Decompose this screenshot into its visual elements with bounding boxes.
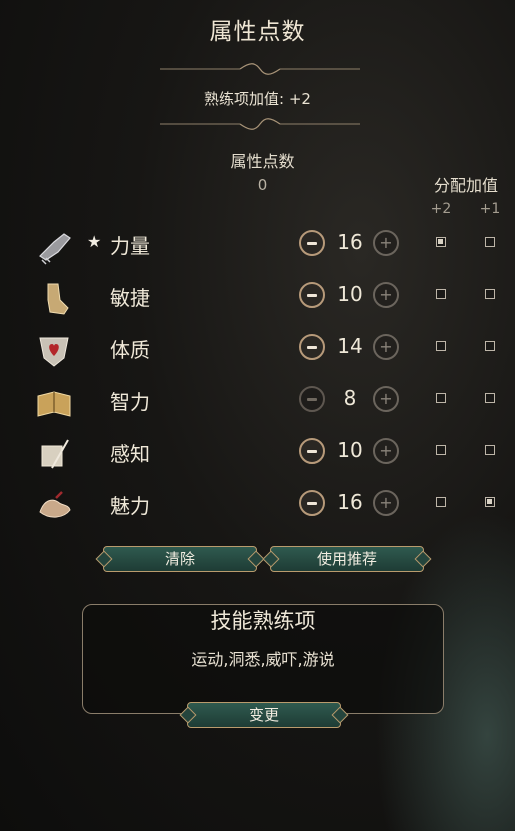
plus1-checkbox[interactable] [485,289,495,299]
divider-ornament-bottom [160,118,360,130]
points-label: 属性点数 [230,152,295,171]
ability-score: 16 [337,490,363,514]
plus1-checkbox[interactable] [485,497,495,507]
allocation-label: 分配加值 [433,176,498,195]
proficiency-bonus: 熟练项加值: +2 [204,90,311,108]
clear-button[interactable]: 清除 [103,546,257,572]
decrease-button[interactable] [299,438,325,464]
hands-icon [39,491,71,518]
minus-icon [307,449,317,453]
heart-shield-icon [39,337,69,367]
ability-name: 力量 [110,234,150,258]
decrease-button[interactable] [299,386,325,412]
skill-proficiency-list: 运动,洞悉,威吓,游说 [191,650,335,669]
plus2-checkbox[interactable] [436,237,446,247]
increase-button[interactable]: + [373,282,399,308]
use-recommended-button[interactable]: 使用推荐 [270,546,424,572]
gauntlet-icon [39,233,71,265]
ability-name: 智力 [110,390,150,414]
col-plus1-header: +1 [479,201,501,217]
page-title: 属性点数 [209,19,306,45]
decrease-button[interactable] [299,230,325,256]
ability-score: 10 [337,282,363,306]
skill-proficiency-title: 技能熟练项 [210,609,316,633]
primary-ability-star: ★ [87,232,102,251]
points-remaining: 0 [257,176,268,194]
ability-score: 16 [337,230,363,254]
decrease-button[interactable] [299,490,325,516]
minus-icon [307,501,317,505]
minus-icon [307,241,317,245]
ability-score: 14 [337,334,363,358]
ability-row: 敏捷 10 + [0,274,515,326]
increase-button[interactable]: + [373,490,399,516]
increase-button[interactable]: + [373,230,399,256]
boot-icon [47,283,69,315]
plus1-checkbox[interactable] [485,237,495,247]
plus-icon: + [379,389,393,408]
ability-row: ★ 力量 16 + [0,222,515,274]
ability-name: 魅力 [110,494,150,518]
plus2-checkbox[interactable] [436,497,446,507]
ability-row: 感知 10 + [0,430,515,482]
divider-ornament-top [160,63,360,75]
decrease-button[interactable] [299,334,325,360]
minus-icon [307,345,317,349]
plus2-checkbox[interactable] [436,341,446,351]
increase-button[interactable]: + [373,334,399,360]
ability-row: 魅力 16 + [0,482,515,534]
plus-icon: + [379,337,393,356]
ability-name: 体质 [110,338,150,362]
scroll-quill-icon [41,439,69,469]
minus-icon [307,293,317,297]
ability-row: 智力 8 + [0,378,515,430]
ability-row: 体质 14 + [0,326,515,378]
ability-score: 8 [343,386,357,410]
increase-button[interactable]: + [373,438,399,464]
decrease-button[interactable] [299,282,325,308]
change-button[interactable]: 变更 [187,702,341,728]
plus-icon: + [379,233,393,252]
plus2-checkbox[interactable] [436,289,446,299]
ability-name: 感知 [110,442,150,466]
plus1-checkbox[interactable] [485,393,495,403]
minus-icon [307,397,317,401]
plus1-checkbox[interactable] [485,445,495,455]
plus-icon: + [379,441,393,460]
ability-score: 10 [337,438,363,462]
increase-button[interactable]: + [373,386,399,412]
plus-icon: + [379,493,393,512]
plus2-checkbox[interactable] [436,393,446,403]
ability-name: 敏捷 [110,286,150,310]
plus1-checkbox[interactable] [485,341,495,351]
plus-icon: + [379,285,393,304]
book-icon [37,391,71,417]
plus2-checkbox[interactable] [436,445,446,455]
col-plus2-header: +2 [430,201,452,217]
